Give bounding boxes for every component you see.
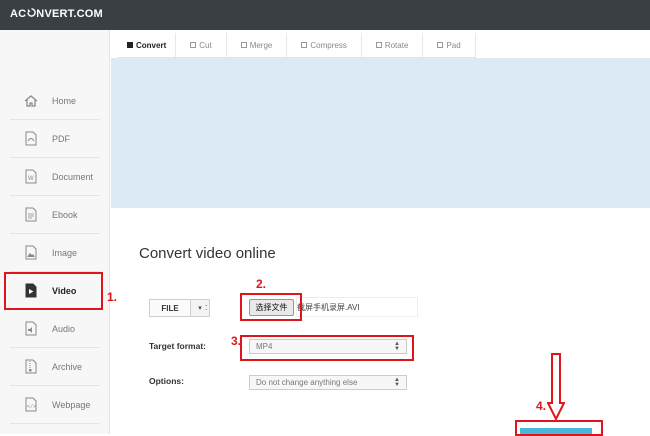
sidebar-item-label: Home <box>52 95 77 106</box>
tab-label: Pad <box>446 40 461 50</box>
home-icon <box>20 92 42 110</box>
tab-convert[interactable]: Convert <box>118 33 177 57</box>
select-arrows-icon: ▲ ▼ <box>394 377 400 388</box>
ebook-icon <box>20 206 42 224</box>
tab-marker-icon <box>240 42 247 48</box>
sidebar-item-label: Document <box>52 171 94 182</box>
sidebar-item-document[interactable]: W Document <box>10 158 100 196</box>
svg-text:</>: </> <box>27 404 36 410</box>
tab-label: Merge <box>249 40 273 50</box>
sidebar-item-webpage[interactable]: </> Webpage <box>10 386 100 424</box>
selected-file-name: 截屏手机录屏.AVI <box>297 303 360 312</box>
sidebar-item-archive[interactable]: Archive <box>10 348 100 386</box>
options-select[interactable]: Do not change anything else ▲ ▼ <box>249 375 407 390</box>
page-title: Convert video online <box>139 245 276 262</box>
file-colon: : <box>205 302 208 312</box>
annotation-box-target-format <box>240 335 414 361</box>
sidebar-item-label: Ebook <box>52 209 78 220</box>
sidebar-item-label: Audio <box>52 323 76 334</box>
logo-text-right: NVERT.COM <box>36 8 103 20</box>
tab-label: Convert <box>136 40 167 50</box>
audio-icon <box>20 320 42 338</box>
banner-area <box>111 58 650 208</box>
tab-cut[interactable]: Cut <box>176 33 227 57</box>
sidebar-item-audio[interactable]: Audio <box>10 310 100 348</box>
top-bar: AC NVERT.COM <box>0 0 650 30</box>
tab-marker-icon <box>190 42 197 48</box>
tab-marker-icon <box>375 42 382 48</box>
tab-label: Cut <box>199 40 212 50</box>
annotation-step-3: 3. <box>231 334 242 348</box>
archive-icon <box>20 358 42 376</box>
logo-sync-icon <box>26 8 36 20</box>
logo-text-left: AC <box>10 8 27 20</box>
annotation-step-4: 4. <box>536 399 547 413</box>
sidebar-item-image[interactable]: Image <box>10 234 100 272</box>
tab-merge[interactable]: Merge <box>227 33 288 57</box>
tab-pad[interactable]: Pad <box>423 33 476 57</box>
sidebar-item-label: Archive <box>52 361 83 372</box>
annotation-box-video <box>4 272 103 310</box>
tab-label: Rotate <box>384 40 409 50</box>
sidebar: Home PDF W Document Ebook Image Video Au… <box>0 30 110 434</box>
options-label: Options: <box>149 376 184 386</box>
webpage-icon: </> <box>20 396 42 414</box>
tab-marker-icon <box>301 42 308 48</box>
tab-rotate[interactable]: Rotate <box>362 33 424 57</box>
pdf-icon <box>20 130 42 148</box>
svg-text:W: W <box>28 176 34 182</box>
target-format-label: Target format: <box>149 341 206 351</box>
sidebar-item-home[interactable]: Home <box>10 82 100 120</box>
annotation-step-1: 1. <box>107 290 118 304</box>
sidebar-item-label: Image <box>52 247 78 258</box>
tab-marker-icon <box>127 42 133 48</box>
image-icon <box>20 244 42 262</box>
sidebar-item-label: Webpage <box>52 399 91 410</box>
file-source-button[interactable]: FILE <box>149 299 191 317</box>
sidebar-item-pdf[interactable]: PDF <box>10 120 100 158</box>
annotation-step-2: 2. <box>256 277 267 291</box>
tab-marker-icon <box>437 42 444 48</box>
tool-tabs: Convert Cut Merge Compress Rotate Pad <box>118 33 476 58</box>
document-icon: W <box>20 168 42 186</box>
annotation-box-choose-file <box>240 293 302 321</box>
sidebar-item-label: PDF <box>52 133 70 144</box>
tab-compress[interactable]: Compress <box>287 33 362 57</box>
site-logo[interactable]: AC NVERT.COM <box>10 8 103 20</box>
options-value: Do not change anything else <box>256 378 358 387</box>
down-arrow-icon <box>546 353 566 426</box>
tab-label: Compress <box>310 40 347 50</box>
sidebar-item-ebook[interactable]: Ebook <box>10 196 100 234</box>
